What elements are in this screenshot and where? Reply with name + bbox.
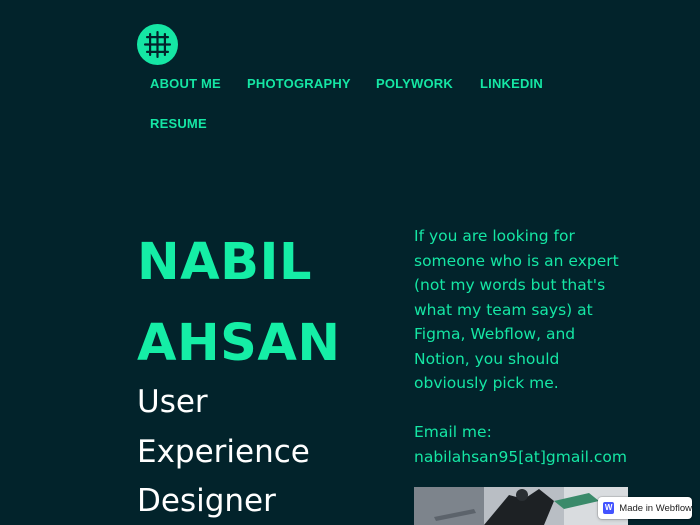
hero-name-line: NABIL	[137, 233, 312, 292]
hero-name-line: AHSAN	[137, 314, 341, 373]
nav-photography[interactable]: PHOTOGRAPHY	[247, 64, 351, 104]
hero-role-line: Designer	[137, 483, 276, 519]
intro-paragraph: If you are looking for someone who is an…	[414, 224, 644, 396]
webflow-icon: W	[603, 502, 615, 514]
contact-block: Email me: nabilahsan95[at]gmail.com	[414, 420, 654, 469]
hero-role-line: Experience	[137, 433, 310, 470]
logo-icon[interactable]	[137, 24, 178, 65]
photo-illustration	[414, 487, 628, 525]
nav-polywork[interactable]: POLYWORK	[376, 64, 453, 104]
hero-role-line: User	[137, 384, 208, 420]
intro-line: Figma, Webflow, and	[414, 325, 576, 343]
email-label: Email me:	[414, 423, 492, 441]
hero-name: NABIL AHSAN	[137, 222, 397, 384]
intro-line: (not my words but that's	[414, 276, 606, 294]
intro-line: someone who is an expert	[414, 251, 619, 270]
intro-line: Notion, you should	[414, 349, 560, 368]
intro-line: If you are looking for	[414, 227, 575, 245]
email-address: nabilahsan95[at]gmail.com	[414, 447, 627, 466]
intro-line: obviously pick me.	[414, 374, 559, 392]
nav-about-me[interactable]: ABOUT ME	[150, 64, 221, 104]
nav-linkedin[interactable]: LINKEDIN	[480, 64, 543, 104]
badge-label: Made in Webflow	[619, 502, 692, 514]
intro-line: what my team says) at	[414, 300, 593, 319]
made-in-webflow-badge[interactable]: W Made in Webflow	[598, 497, 692, 519]
hero-role: User Experience Designer	[137, 378, 397, 525]
nav-resume[interactable]: RESUME	[150, 104, 207, 144]
profile-photo	[414, 487, 628, 525]
